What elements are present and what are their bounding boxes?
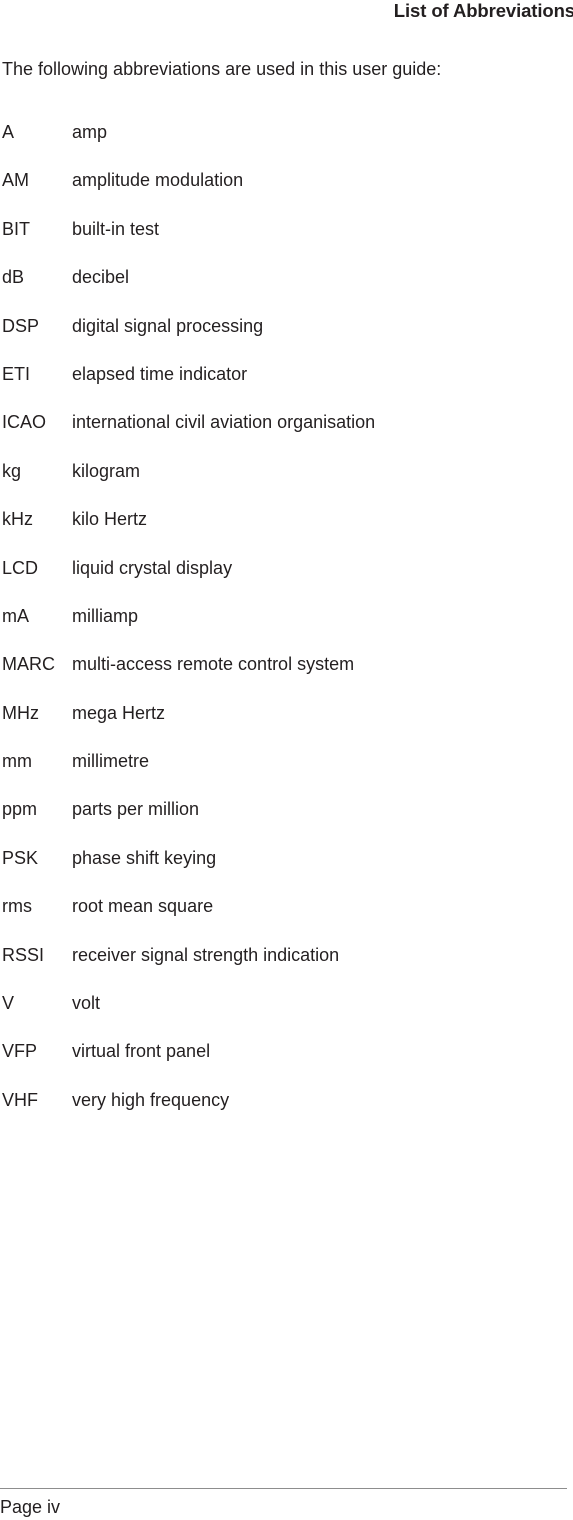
abbreviation-term: rms	[2, 896, 32, 917]
abbreviation-term: MARC	[2, 654, 55, 675]
abbreviation-definition: volt	[72, 993, 101, 1014]
abbreviation-row: A amp	[2, 121, 568, 169]
abbreviation-term: kg	[2, 460, 22, 481]
abbreviation-definition: decibel	[72, 267, 130, 288]
abbreviation-definition: kilogram	[72, 460, 141, 481]
abbreviation-row: LCD liquid crystal display	[2, 557, 568, 605]
abbreviation-definition: milliamp	[72, 605, 139, 626]
abbreviation-term: MHz	[2, 702, 39, 723]
running-header-title: List of Abbreviations	[393, 0, 573, 21]
abbreviation-row: ppm parts per million	[2, 798, 568, 846]
abbreviation-definition: virtual front panel	[72, 1041, 211, 1062]
abbreviation-definition: parts per million	[72, 799, 200, 820]
abbreviation-term: VHF	[2, 1089, 38, 1110]
abbreviation-definition: phase shift keying	[72, 847, 217, 868]
abbreviation-term: LCD	[2, 557, 39, 578]
abbreviation-term: ICAO	[2, 412, 47, 433]
abbreviation-definition: built-in test	[72, 218, 160, 239]
abbreviation-definition: international civil aviation organisatio…	[72, 412, 376, 433]
abbreviation-row: mm millimetre	[2, 750, 568, 798]
abbreviation-row: MARC multi-access remote control system	[2, 653, 568, 701]
abbreviation-term: AM	[2, 170, 29, 191]
abbreviation-definition: kilo Hertz	[72, 509, 148, 530]
page-number-label: Page iv	[0, 1497, 61, 1517]
abbreviation-term: mA	[2, 605, 29, 626]
abbreviation-definition: elapsed time indicator	[72, 363, 248, 384]
abbreviation-row: VFP virtual front panel	[2, 1040, 568, 1088]
abbreviation-row: dB decibel	[2, 266, 568, 314]
abbreviation-term: PSK	[2, 847, 39, 868]
abbreviation-term: ppm	[2, 799, 38, 820]
abbreviation-row: ETI elapsed time indicator	[2, 363, 568, 411]
footer-divider	[0, 1488, 567, 1489]
abbreviation-term: BIT	[2, 218, 31, 239]
abbreviation-definition: digital signal processing	[72, 315, 264, 336]
abbreviation-row: mA milliamp	[2, 605, 568, 653]
abbreviation-row: kHz kilo Hertz	[2, 508, 568, 556]
abbreviation-row: MHz mega Hertz	[2, 702, 568, 750]
abbreviation-definition: millimetre	[72, 751, 150, 772]
abbreviation-row: AM amplitude modulation	[2, 169, 568, 217]
abbreviation-definition: receiver signal strength indication	[72, 944, 340, 965]
abbreviation-definition: amp	[72, 122, 108, 142]
abbreviation-term: V	[2, 993, 15, 1014]
abbreviation-definition: liquid crystal display	[72, 557, 233, 578]
abbreviation-definition: multi-access remote control system	[72, 654, 355, 675]
abbreviation-definition: mega Hertz	[72, 702, 166, 723]
abbreviation-definition: root mean square	[72, 896, 214, 917]
document-page: List of Abbreviations The following abbr…	[0, 0, 573, 1520]
abbreviations-list: A amp AM amplitude modulation BIT built-…	[2, 121, 568, 1137]
abbreviation-term: VFP	[2, 1041, 38, 1062]
abbreviation-row: V volt	[2, 992, 568, 1040]
abbreviation-row: DSP digital signal processing	[2, 315, 568, 363]
abbreviation-row: RSSI receiver signal strength indication	[2, 944, 568, 992]
abbreviation-definition: amplitude modulation	[72, 170, 244, 191]
abbreviation-term: A	[2, 122, 15, 142]
page-footer: Page iv	[0, 1488, 567, 1518]
abbreviation-row: ICAO international civil aviation organi…	[2, 411, 568, 459]
abbreviation-row: rms root mean square	[2, 895, 568, 943]
abbreviation-term: RSSI	[2, 944, 45, 965]
abbreviation-term: ETI	[2, 363, 31, 384]
page-content: The following abbreviations are used in …	[2, 58, 568, 1110]
intro-paragraph: The following abbreviations are used in …	[2, 59, 442, 79]
abbreviation-row: PSK phase shift keying	[2, 847, 568, 895]
abbreviation-row: kg kilogram	[2, 460, 568, 508]
abbreviation-term: mm	[2, 751, 32, 772]
abbreviation-row: BIT built-in test	[2, 218, 568, 266]
abbreviation-term: dB	[2, 267, 25, 288]
abbreviation-term: kHz	[2, 509, 33, 530]
abbreviation-definition: very high frequency	[72, 1089, 230, 1110]
abbreviation-row: VHF very high frequency	[2, 1089, 568, 1137]
abbreviation-term: DSP	[2, 315, 40, 336]
